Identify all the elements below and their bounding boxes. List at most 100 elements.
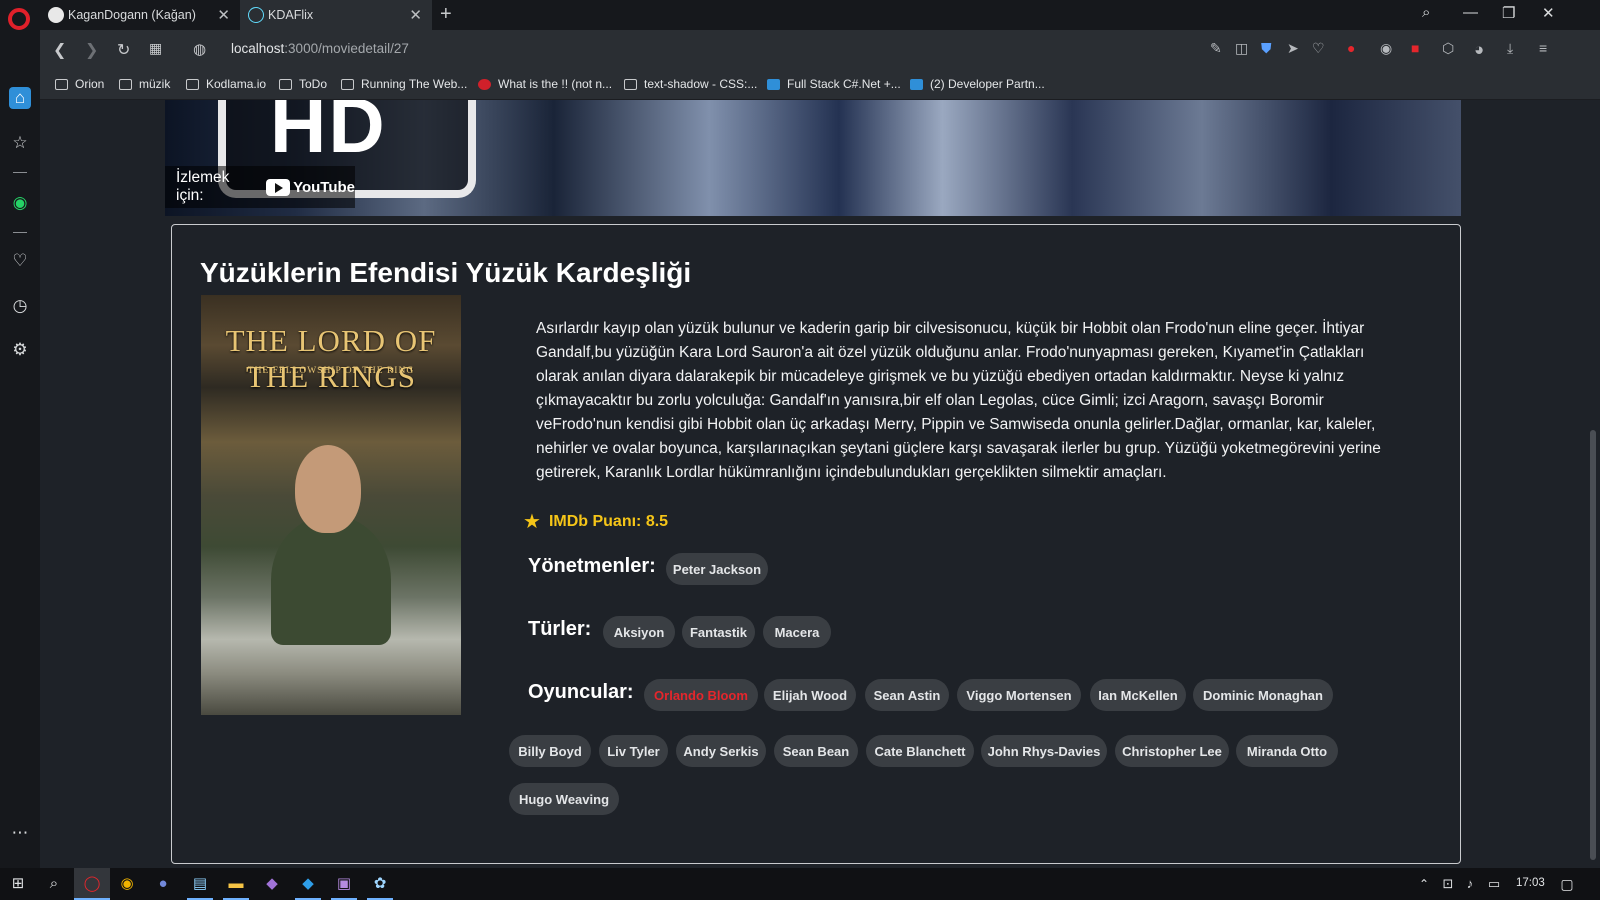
director-chip[interactable]: Peter Jackson (666, 553, 768, 585)
bookmark-item[interactable]: text-shadow - CSS:... (624, 77, 757, 91)
cast-chip[interactable]: Cate Blanchett (866, 735, 974, 767)
opera-icon[interactable]: ◯ (82, 874, 102, 894)
genre-chip[interactable]: Fantastik (682, 616, 755, 648)
extension-t-icon[interactable]: ● (1347, 40, 1355, 56)
bookmark-item[interactable]: ToDo (279, 77, 327, 91)
volume-icon[interactable]: ♪ (1460, 874, 1480, 894)
cast-chip[interactable]: Dominic Monaghan (1193, 679, 1333, 711)
globe-icon[interactable]: ◍ (193, 40, 206, 58)
folder-icon (279, 78, 292, 90)
cast-chip[interactable]: Sean Bean (774, 735, 858, 767)
extension-circle-icon[interactable]: ◉ (1380, 40, 1392, 57)
movie-description: Asırlardır kayıp olan yüzük bulunur ve k… (536, 320, 1381, 481)
url-host: localhost (231, 41, 285, 56)
close-icon[interactable]: ✕ (217, 6, 230, 24)
visual-studio-icon[interactable]: ◆ (262, 874, 282, 894)
page-scrollbar[interactable] (1586, 100, 1600, 868)
file-explorer-icon[interactable]: ▬ (226, 874, 246, 894)
page-content: HD İzlemek için: YouTube Yüzüklerin Efen… (40, 100, 1586, 868)
back-icon[interactable]: ❮ (53, 40, 66, 60)
bookmark-item[interactable]: What is the !! (not n... (478, 77, 612, 91)
clock[interactable]: 17:03 (1516, 877, 1545, 889)
forward-icon[interactable]: ❯ (85, 40, 98, 60)
minimize-icon[interactable]: — (1463, 4, 1478, 21)
close-window-icon[interactable]: ✕ (1542, 4, 1555, 22)
cast-chip[interactable]: Sean Astin (865, 679, 949, 711)
more-icon[interactable]: ⋯ (9, 822, 31, 844)
youtube-play-icon (266, 178, 291, 196)
genre-chip[interactable]: Aksiyon (603, 616, 675, 648)
notepad-icon[interactable]: ▤ (190, 874, 210, 894)
genre-chip[interactable]: Macera (763, 616, 831, 648)
download-icon[interactable]: ⤓ (1507, 40, 1513, 57)
chrome-icon[interactable]: ◉ (117, 874, 137, 894)
cast-chip[interactable]: Christopher Lee (1115, 735, 1229, 767)
bookmark-label: Orion (75, 77, 105, 91)
youtube-wordmark: YouTube (293, 178, 355, 196)
tab-kdaflix[interactable]: KDAFlix ✕ (240, 0, 432, 30)
hd-badge-text: HD (270, 100, 387, 169)
bookmark-label: müzik (139, 77, 171, 91)
cast-chip[interactable]: Billy Boyd (509, 735, 591, 767)
tab-bar: KaganDogann (Kağan) ✕ KDAFlix ✕ + ⌕ — ❐ … (0, 0, 1600, 30)
extension-puzzle-icon[interactable]: ■ (1411, 40, 1419, 56)
chevron-up-icon[interactable]: ⌃ (1414, 874, 1434, 894)
discord-icon[interactable]: ● (153, 874, 173, 894)
trailer-video[interactable]: HD İzlemek için: YouTube (165, 100, 1461, 216)
app-icon[interactable]: ✿ (370, 874, 390, 894)
battery-icon[interactable]: ▭ (1484, 874, 1504, 894)
url-path: :3000/moviedetail/27 (284, 41, 409, 56)
bookmark-item[interactable]: (2) Developer Partn... (910, 77, 1045, 91)
edit-icon[interactable]: ✎ (1210, 40, 1222, 57)
cast-chip[interactable]: Hugo Weaving (509, 783, 619, 815)
windows-start-icon[interactable]: ⊞ (8, 874, 28, 894)
bookmark-item[interactable]: Orion (55, 77, 104, 91)
search-icon[interactable]: ⌕ (44, 874, 64, 894)
search-icon[interactable]: ⌕ (1422, 4, 1430, 21)
watch-on-youtube[interactable]: İzlemek için: YouTube (165, 166, 355, 208)
restore-icon[interactable]: ❐ (1502, 4, 1515, 22)
whatsapp-icon[interactable]: ◉ (9, 192, 31, 214)
terminal-icon[interactable]: ▣ (334, 874, 354, 894)
bookmark-item[interactable]: müzik (119, 77, 170, 91)
shield-icon[interactable]: ⛊ (1261, 40, 1272, 57)
close-icon[interactable]: ✕ (409, 6, 422, 24)
menu-icon[interactable]: ≡ (1539, 40, 1547, 56)
opera-logo-icon[interactable] (8, 8, 30, 30)
directors-label: Yönetmenler: (528, 555, 656, 577)
camera-icon[interactable]: ◫ (1235, 40, 1248, 57)
bookmark-item[interactable]: Running The Web... (341, 77, 467, 91)
settings-icon[interactable]: ⚙ (9, 339, 31, 361)
cast-chip[interactable]: Ian McKellen (1090, 679, 1186, 711)
notification-icon[interactable]: ▢ (1557, 874, 1577, 894)
speed-dial-icon[interactable]: ☆ (9, 132, 31, 154)
cast-chip-active[interactable]: Orlando Bloom (644, 679, 758, 711)
tabs-grid-icon[interactable]: ▦ (149, 40, 162, 57)
scrollbar-thumb[interactable] (1590, 430, 1596, 860)
cast-chip[interactable]: Miranda Otto (1236, 735, 1338, 767)
network-icon[interactable]: ⊡ (1438, 874, 1458, 894)
url-field[interactable]: localhost:3000/moviedetail/27 (231, 41, 409, 56)
reload-icon[interactable]: ↻ (117, 40, 130, 60)
star-icon: ★ (523, 511, 541, 533)
tab-title: KDAFlix (268, 8, 314, 22)
cast-chip[interactable]: Elijah Wood (764, 679, 856, 711)
imdb-rating-text: IMDb Puanı: 8.5 (548, 512, 669, 530)
tab-github[interactable]: KaganDogann (Kağan) ✕ (40, 0, 240, 30)
cast-chip[interactable]: Liv Tyler (599, 735, 668, 767)
heart-icon[interactable]: ♡ (1312, 40, 1325, 57)
cube-icon[interactable]: ⬡ (1442, 40, 1454, 57)
profile-icon[interactable]: ◕ (1474, 40, 1484, 60)
vscode-icon[interactable]: ◆ (298, 874, 318, 894)
bookmark-item[interactable]: Kodlama.io (186, 77, 266, 91)
cast-chip[interactable]: John Rhys-Davies (981, 735, 1107, 767)
imdb-rating: ★ IMDb Puanı: 8.5 (523, 509, 668, 534)
home-icon[interactable]: ⌂ (9, 87, 31, 109)
cast-chip[interactable]: Viggo Mortensen (957, 679, 1081, 711)
send-icon[interactable]: ➤ (1287, 40, 1299, 57)
cast-chip[interactable]: Andy Serkis (676, 735, 766, 767)
history-icon[interactable]: ◷ (9, 295, 31, 317)
bookmark-item[interactable]: Full Stack C#.Net +... (767, 77, 901, 91)
new-tab-icon[interactable]: + (440, 3, 452, 26)
heart-icon[interactable]: ♡ (9, 250, 31, 272)
